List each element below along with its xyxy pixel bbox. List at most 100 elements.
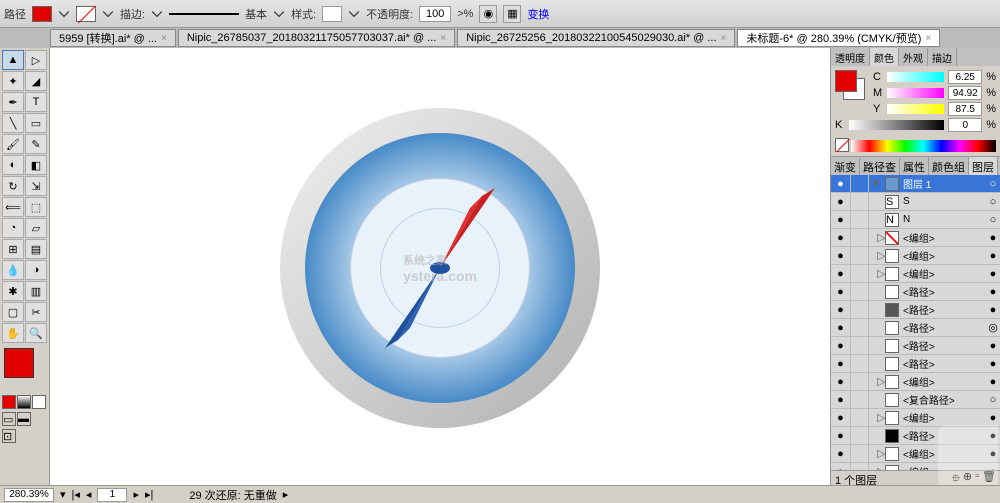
layer-row[interactable]: ●<复合路径>○ (831, 391, 1000, 409)
target-icon[interactable]: ● (986, 286, 1000, 298)
target-icon[interactable]: ○ (986, 394, 1000, 406)
black-slider[interactable] (849, 120, 944, 130)
yellow-slider[interactable] (887, 104, 944, 114)
visibility-icon[interactable]: ● (831, 229, 851, 247)
direct-selection-tool[interactable]: ▷ (25, 50, 47, 70)
width-tool[interactable]: ⟸ (2, 197, 24, 217)
chevron-down-icon[interactable] (151, 8, 163, 20)
type-tool[interactable]: T (25, 92, 47, 112)
cyan-input[interactable] (948, 70, 982, 84)
transform-link[interactable]: 变换 (527, 6, 549, 22)
layer-name[interactable]: <路径> (901, 302, 986, 317)
disclosure-icon[interactable]: ▷ (869, 375, 883, 388)
lock-cell[interactable] (851, 283, 869, 301)
lock-cell[interactable] (851, 445, 869, 463)
shape-builder-tool[interactable]: ◔ (2, 218, 24, 238)
free-transform-tool[interactable]: ⬚ (25, 197, 47, 217)
target-icon[interactable]: ● (986, 412, 1000, 424)
layer-row[interactable]: ●▷<编组>● (831, 247, 1000, 265)
panel-tab[interactable]: 外观 (899, 48, 928, 66)
disclosure-icon[interactable]: ▷ (869, 231, 883, 244)
visibility-icon[interactable]: ● (831, 445, 851, 463)
magenta-input[interactable] (948, 86, 982, 100)
layer-row[interactable]: ●▷<编组>● (831, 373, 1000, 391)
artboard-input[interactable] (97, 488, 127, 502)
target-icon[interactable]: ● (986, 358, 1000, 370)
target-icon[interactable]: ○ (986, 214, 1000, 226)
disclosure-icon[interactable]: ▷ (869, 411, 883, 424)
layer-row[interactable]: ●▼图层 1○ (831, 175, 1000, 193)
visibility-icon[interactable]: ● (831, 319, 851, 337)
visibility-icon[interactable]: ● (831, 337, 851, 355)
layer-row[interactable]: ●<路径>◎ (831, 319, 1000, 337)
cyan-slider[interactable] (887, 72, 944, 82)
color-mode-icon[interactable] (2, 395, 16, 409)
nav-next-icon[interactable]: ▸ (133, 488, 139, 501)
target-icon[interactable]: ○ (986, 178, 1000, 190)
layer-row[interactable]: ●<路径>● (831, 355, 1000, 373)
artboard-tool[interactable]: ▢ (2, 302, 24, 322)
layer-name[interactable]: N (901, 214, 986, 225)
visibility-icon[interactable]: ● (831, 391, 851, 409)
gradient-tool[interactable]: ▤ (25, 239, 47, 259)
panel-tab[interactable]: 颜色 (870, 48, 899, 66)
layer-row[interactable]: ●<路径>● (831, 283, 1000, 301)
screen-mode-icon[interactable]: ▬ (17, 412, 31, 426)
column-graph-tool[interactable]: ▥ (25, 281, 47, 301)
nav-first-icon[interactable]: |◂ (72, 488, 80, 501)
eraser-tool[interactable]: ◧ (25, 155, 47, 175)
layer-name[interactable]: <编组> (901, 230, 986, 245)
close-icon[interactable]: × (721, 33, 727, 44)
visibility-icon[interactable]: ● (831, 283, 851, 301)
gradient-mode-icon[interactable] (17, 395, 31, 409)
black-input[interactable] (948, 118, 982, 132)
visibility-icon[interactable]: ● (831, 193, 851, 211)
fill-stroke-swatches[interactable] (4, 348, 45, 388)
none-mode-icon[interactable] (32, 395, 46, 409)
chevron-down-icon[interactable] (348, 8, 360, 20)
visibility-icon[interactable]: ● (831, 409, 851, 427)
lock-cell[interactable] (851, 211, 869, 229)
lock-cell[interactable] (851, 337, 869, 355)
pen-tool[interactable]: ✒ (2, 92, 24, 112)
rectangle-tool[interactable]: ▭ (25, 113, 47, 133)
stroke-swatch-none[interactable] (76, 6, 96, 22)
document-tab[interactable]: Nipic_26785037_20180321175057703037.ai* … (178, 29, 455, 47)
lock-cell[interactable] (851, 427, 869, 445)
document-tab[interactable]: 未标题-6* @ 280.39% (CMYK/预览)× (737, 29, 940, 47)
disclosure-icon[interactable]: ▷ (869, 447, 883, 460)
nav-last-icon[interactable]: ▸| (145, 488, 153, 501)
lasso-tool[interactable]: ◢ (25, 71, 47, 91)
layer-name[interactable]: <编组> (901, 410, 986, 425)
visibility-icon[interactable]: ● (831, 211, 851, 229)
lock-cell[interactable] (851, 409, 869, 427)
disclosure-icon[interactable]: ▷ (869, 249, 883, 262)
lock-cell[interactable] (851, 463, 869, 471)
canvas[interactable]: 系统之家 ystera.com (50, 48, 830, 488)
target-icon[interactable]: ● (986, 268, 1000, 280)
lock-cell[interactable] (851, 373, 869, 391)
layer-name[interactable]: <路径> (901, 338, 986, 353)
layer-row[interactable]: ●NN○ (831, 211, 1000, 229)
panel-tab[interactable]: 渐变 (831, 157, 860, 175)
line-tool[interactable]: ╲ (2, 113, 24, 133)
layer-row[interactable]: ●▷<编组>● (831, 229, 1000, 247)
visibility-icon[interactable]: ● (831, 265, 851, 283)
scale-tool[interactable]: ⇲ (25, 176, 47, 196)
visibility-icon[interactable]: ● (831, 463, 851, 471)
style-swatch[interactable] (322, 6, 342, 22)
rotate-tool[interactable]: ↻ (2, 176, 24, 196)
disclosure-icon[interactable]: ▷ (869, 267, 883, 280)
spectrum-picker[interactable] (851, 140, 996, 152)
panel-tab[interactable]: 透明度 (831, 48, 870, 66)
fill-color-swatch[interactable] (835, 70, 857, 92)
paintbrush-tool[interactable]: 🖌 (2, 134, 24, 154)
visibility-icon[interactable]: ● (831, 373, 851, 391)
lock-cell[interactable] (851, 229, 869, 247)
lock-cell[interactable] (851, 247, 869, 265)
layer-row[interactable]: ●<路径>● (831, 337, 1000, 355)
panel-tab[interactable]: 描边 (928, 48, 957, 66)
disclosure-icon[interactable]: ▼ (869, 178, 883, 190)
recolor-icon[interactable]: ◉ (479, 5, 497, 23)
lock-cell[interactable] (851, 391, 869, 409)
